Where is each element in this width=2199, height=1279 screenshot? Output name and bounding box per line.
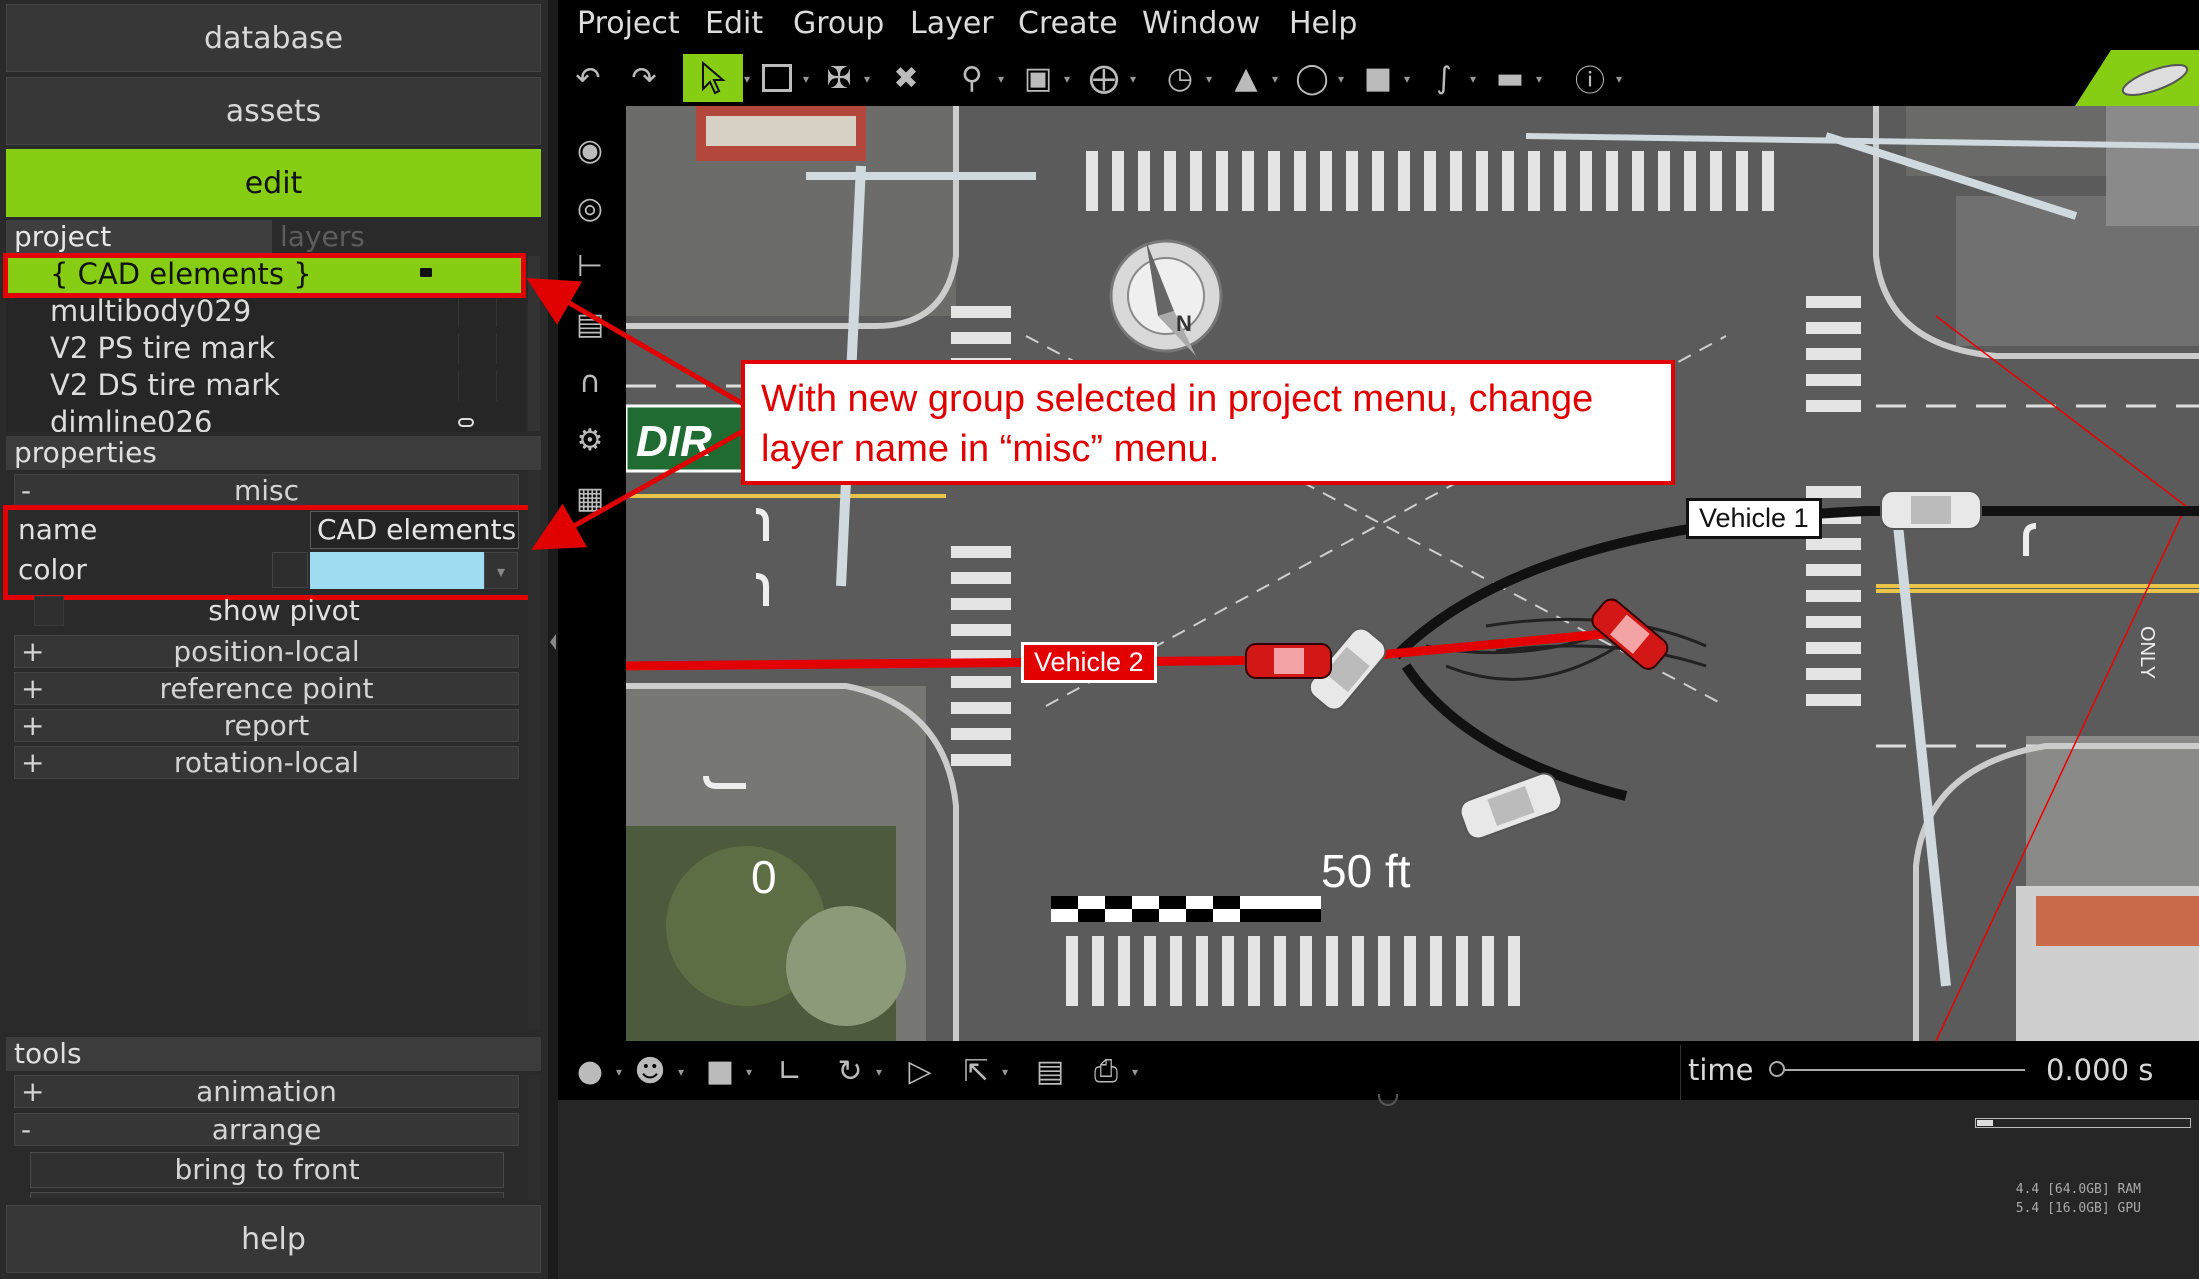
annotation-callout: With new group selected in project menu,…	[741, 360, 1675, 485]
callout-line-2: layer name in “misc” menu.	[761, 428, 1220, 470]
annotation-arrows	[526, 277, 747, 550]
callout-line-1: With new group selected in project menu,…	[761, 378, 1594, 420]
